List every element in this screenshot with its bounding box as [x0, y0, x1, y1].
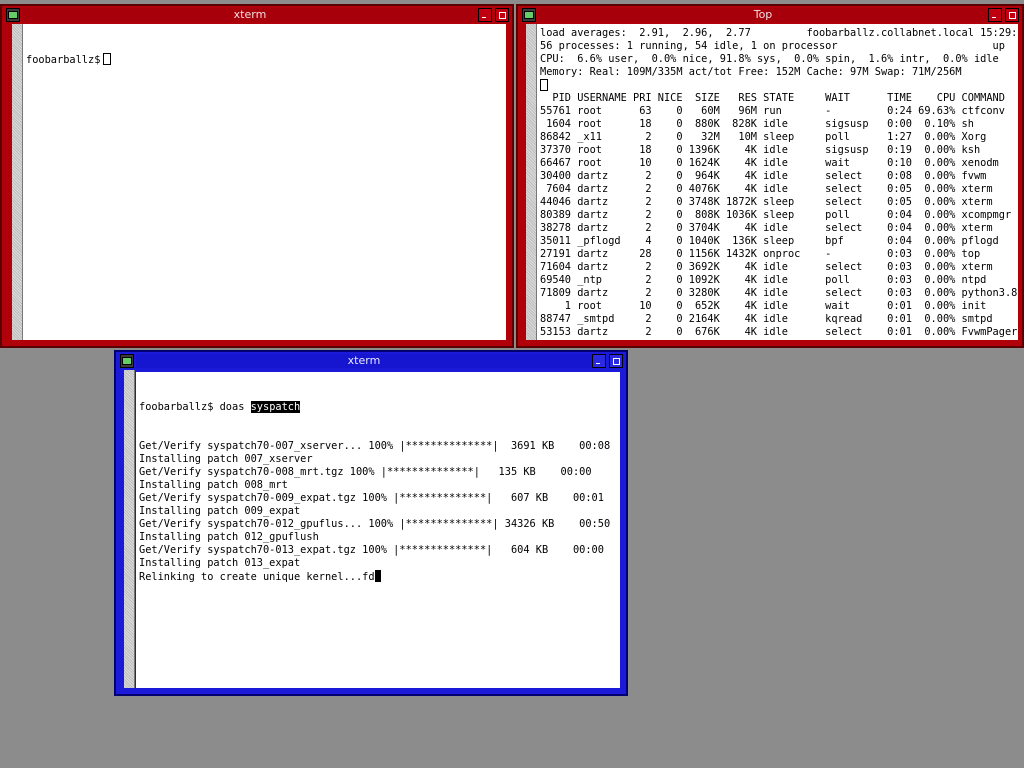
minimize-button[interactable]: [478, 8, 492, 22]
titlebar[interactable]: Top: [538, 8, 988, 22]
maximize-button[interactable]: [495, 8, 509, 22]
output-line: Relinking to create unique kernel...fd: [139, 570, 620, 583]
output-line: Installing patch 012_gpuflush: [139, 531, 319, 543]
top-summary-line: 56 processes: 1 running, 54 idle, 1 on p…: [540, 40, 1018, 52]
process-row: 7604 dartz 2 0 4076K 4K idle select 0:05…: [540, 183, 993, 195]
window-title: xterm: [347, 354, 381, 367]
top-header-row: PID USERNAME PRI NICE SIZE RES STATE WAI…: [540, 92, 1005, 104]
process-row: 44046 dartz 2 0 3748K 1872K sleep select…: [540, 196, 993, 208]
text-cursor: [374, 570, 381, 582]
window-menu-icon[interactable]: [6, 8, 20, 22]
prompt-line: foobarballz$: [26, 53, 506, 66]
window-menu-icon[interactable]: [120, 354, 134, 368]
titlebar[interactable]: xterm: [22, 8, 478, 22]
prompt-text: foobarballz$ doas: [139, 401, 251, 413]
window-title: xterm: [233, 8, 267, 21]
process-row: 38278 dartz 2 0 3704K 4K idle select 0:0…: [540, 222, 993, 234]
output-line: Installing patch 007_xserver: [139, 453, 313, 465]
selected-command: syspatch: [250, 401, 301, 413]
terminal-area[interactable]: foobarballz$: [23, 24, 506, 340]
xterm-window-1[interactable]: xterm foobarballz$: [0, 4, 514, 348]
output-line: Get/Verify syspatch70-012_gpuflus... 100…: [139, 518, 611, 530]
top-summary-line: load averages: 2.91, 2.96, 2.77 foobarba…: [540, 27, 1018, 39]
prompt-line: foobarballz$ doas syspatch: [139, 401, 620, 414]
top-summary-line: [540, 79, 1018, 92]
window-menu-icon[interactable]: [522, 8, 536, 22]
process-row: 71604 dartz 2 0 3692K 4K idle select 0:0…: [540, 261, 993, 273]
output-line: Get/Verify syspatch70-008_mrt.tgz 100% |…: [139, 466, 592, 478]
output-line: Installing patch 009_expat: [139, 505, 301, 517]
output-text: Relinking to create unique kernel...fd: [139, 571, 375, 583]
output-line: Installing patch 013_expat: [139, 557, 301, 569]
process-row: 88747 _smtpd 2 0 2164K 4K idle kqread 0:…: [540, 313, 993, 325]
output-line: Get/Verify syspatch70-013_expat.tgz 100%…: [139, 544, 604, 556]
process-row: 66467 root 10 0 1624K 4K idle wait 0:10 …: [540, 157, 999, 169]
text-cursor: [103, 53, 112, 65]
output-line: Get/Verify syspatch70-007_xserver... 100…: [139, 440, 611, 452]
process-row: 27191 dartz 28 0 1156K 1432K onproc - 0:…: [540, 248, 981, 260]
process-row: 55761 root 63 0 60M 96M run - 0:24 69.63…: [540, 105, 1005, 117]
top-window[interactable]: Top load averages: 2.91, 2.96, 2.77 foob…: [516, 4, 1024, 348]
scrollbar[interactable]: [526, 24, 537, 340]
process-row: 80389 dartz 2 0 808K 1036K sleep poll 0:…: [540, 209, 1012, 221]
process-row: 71809 dartz 2 0 3280K 4K idle select 0:0…: [540, 287, 1018, 299]
output-line: Get/Verify syspatch70-009_expat.tgz 100%…: [139, 492, 604, 504]
process-row: 53153 dartz 2 0 676K 4K idle select 0:01…: [540, 326, 1018, 338]
output-line: Installing patch 008_mrt: [139, 479, 288, 491]
process-row: 30400 dartz 2 0 964K 4K idle select 0:08…: [540, 170, 987, 182]
text-cursor: [540, 79, 548, 91]
titlebar[interactable]: xterm: [136, 354, 592, 368]
scrollbar[interactable]: [12, 24, 23, 340]
top-summary-line: CPU: 6.6% user, 0.0% nice, 91.8% sys, 0.…: [540, 53, 999, 65]
scrollbar[interactable]: [124, 370, 135, 688]
terminal-area[interactable]: foobarballz$ doas syspatch Get/Verify sy…: [136, 372, 620, 688]
minimize-button[interactable]: [988, 8, 1002, 22]
xterm-window-2[interactable]: xterm foobarballz$ doas syspatch Get/Ver…: [114, 350, 628, 696]
minimize-button[interactable]: [592, 354, 606, 368]
maximize-button[interactable]: [609, 354, 623, 368]
process-row: 86842 _x11 2 0 32M 10M sleep poll 1:27 0…: [540, 131, 987, 143]
window-title: Top: [753, 8, 773, 21]
top-summary-line: Memory: Real: 109M/335M act/tot Free: 15…: [540, 66, 962, 78]
maximize-button[interactable]: [1005, 8, 1019, 22]
process-row: 1 root 10 0 652K 4K idle wait 0:01 0.00%…: [540, 300, 987, 312]
process-row: 69540 _ntp 2 0 1092K 4K idle poll 0:03 0…: [540, 274, 987, 286]
process-row: 35011 _pflogd 4 0 1040K 136K sleep bpf 0…: [540, 235, 999, 247]
process-row: 1604 root 18 0 880K 828K idle sigsusp 0:…: [540, 118, 974, 130]
top-output[interactable]: load averages: 2.91, 2.96, 2.77 foobarba…: [537, 24, 1018, 340]
prompt-text: foobarballz$: [26, 54, 101, 66]
process-row: 37370 root 18 0 1396K 4K idle sigsusp 0:…: [540, 144, 981, 156]
